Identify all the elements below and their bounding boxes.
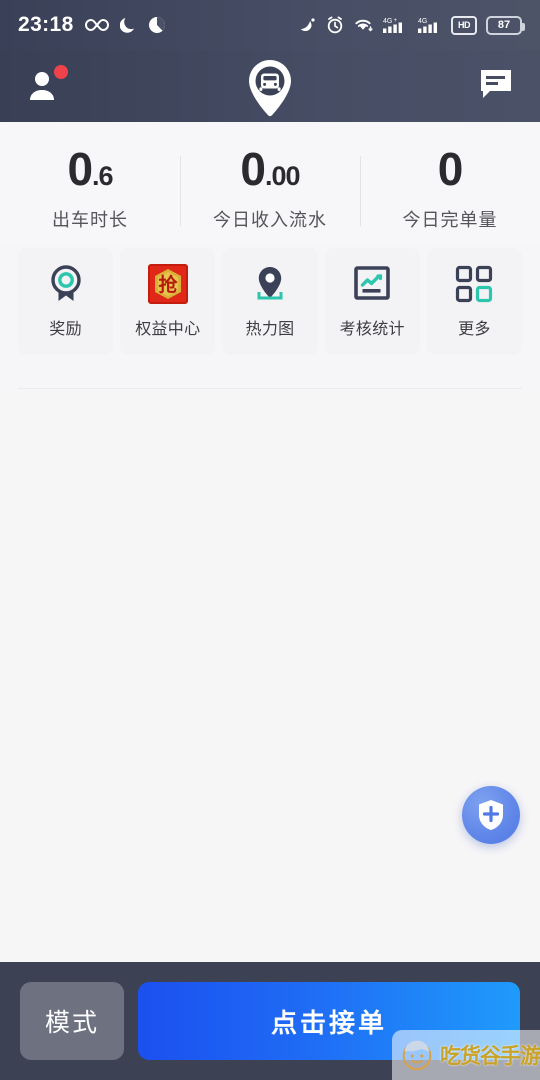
stat-integer: 0 <box>67 143 93 195</box>
stat-decimal: .6 <box>92 161 114 191</box>
quick-action-label: 更多 <box>458 321 491 338</box>
stat-value: 0.6 <box>0 146 180 192</box>
status-bar-left: 23:18 <box>18 13 166 37</box>
notification-badge <box>54 65 68 79</box>
app-root: 23:18 4G + 4G HD 87 0.6 出车时长 0.00 今日收入流水… <box>0 0 540 1080</box>
quick-action-label: 考核统计 <box>339 321 405 338</box>
location-satellite-icon <box>299 16 317 34</box>
quick-action-label: 奖励 <box>49 321 82 338</box>
do-not-disturb-icon <box>148 16 166 34</box>
svg-text:4G: 4G <box>383 18 392 25</box>
signal-4g-plus-icon: 4G + <box>383 16 409 34</box>
wifi-icon <box>353 16 374 34</box>
stat-label: 今日收入流水 <box>213 210 327 230</box>
svg-text:4G: 4G <box>418 18 427 25</box>
status-bar-right: 4G + 4G HD 87 <box>299 15 525 35</box>
map-content-area[interactable] <box>0 389 540 962</box>
stat-label: 出车时长 <box>52 210 128 230</box>
alarm-clock-icon <box>326 16 344 34</box>
quick-action-heatmap[interactable]: 热力图 <box>222 248 318 355</box>
profile-button[interactable] <box>26 65 68 106</box>
stat-item-orders[interactable]: 0 今日完单量 <box>360 146 540 232</box>
grid-more-icon <box>455 264 493 304</box>
map-pin-heat-icon <box>250 264 290 304</box>
stat-item-income[interactable]: 0.00 今日收入流水 <box>180 146 360 232</box>
app-logo <box>242 58 298 123</box>
message-button[interactable] <box>478 68 514 105</box>
svg-text:抢: 抢 <box>158 273 178 296</box>
shield-plus-icon <box>479 800 503 830</box>
stat-value: 0.00 <box>180 146 360 192</box>
stat-integer: 0 <box>437 143 464 195</box>
battery-level: 87 <box>497 18 511 31</box>
safety-fab-button[interactable] <box>462 786 520 844</box>
watermark-text: 吃货谷手游 <box>440 1045 540 1068</box>
stat-item-duration[interactable]: 0.6 出车时长 <box>0 146 180 232</box>
stats-row: 0.6 出车时长 0.00 今日收入流水 0 今日完单量 <box>0 122 540 242</box>
signal-4g-icon: 4G <box>418 16 442 34</box>
battery-indicator: 87 <box>486 15 525 35</box>
quick-action-label: 权益中心 <box>135 321 201 338</box>
stat-integer: 0 <box>240 143 266 195</box>
stat-decimal: .00 <box>265 161 301 191</box>
chart-frame-icon <box>352 264 392 304</box>
quick-action-label: 热力图 <box>245 321 295 338</box>
hd-label: HD <box>458 20 471 30</box>
moon-icon <box>119 16 137 34</box>
cartoon-boy-face-icon <box>402 1040 432 1071</box>
app-header <box>0 50 540 122</box>
award-medal-icon <box>47 264 85 304</box>
stat-label: 今日完单量 <box>402 210 498 230</box>
quick-actions-row: 奖励 抢 权益中心 热力图 考核统计 更多 <box>0 242 540 372</box>
svg-text:+: + <box>394 18 398 24</box>
status-bar: 23:18 4G + 4G HD 87 <box>0 0 540 50</box>
status-time: 23:18 <box>18 13 74 36</box>
quick-action-reward[interactable]: 奖励 <box>18 248 114 355</box>
message-bubble-icon <box>481 69 511 98</box>
stat-value: 0 <box>360 146 540 192</box>
car-location-pin-logo <box>249 60 291 117</box>
quick-action-benefits[interactable]: 抢 权益中心 <box>120 248 216 355</box>
mode-button[interactable]: 模式 <box>20 982 124 1060</box>
watermark-overlay: 吃货谷手游 <box>392 1030 540 1080</box>
grab-benefit-icon: 抢 <box>147 264 188 304</box>
hd-voice-icon: HD <box>451 15 477 35</box>
bottom-action-bar: 模式 点击接单 吃货谷手游 <box>0 962 540 1080</box>
infinity-icon <box>84 17 109 33</box>
quick-action-more[interactable]: 更多 <box>426 248 523 355</box>
quick-action-assessment[interactable]: 考核统计 <box>324 248 420 355</box>
